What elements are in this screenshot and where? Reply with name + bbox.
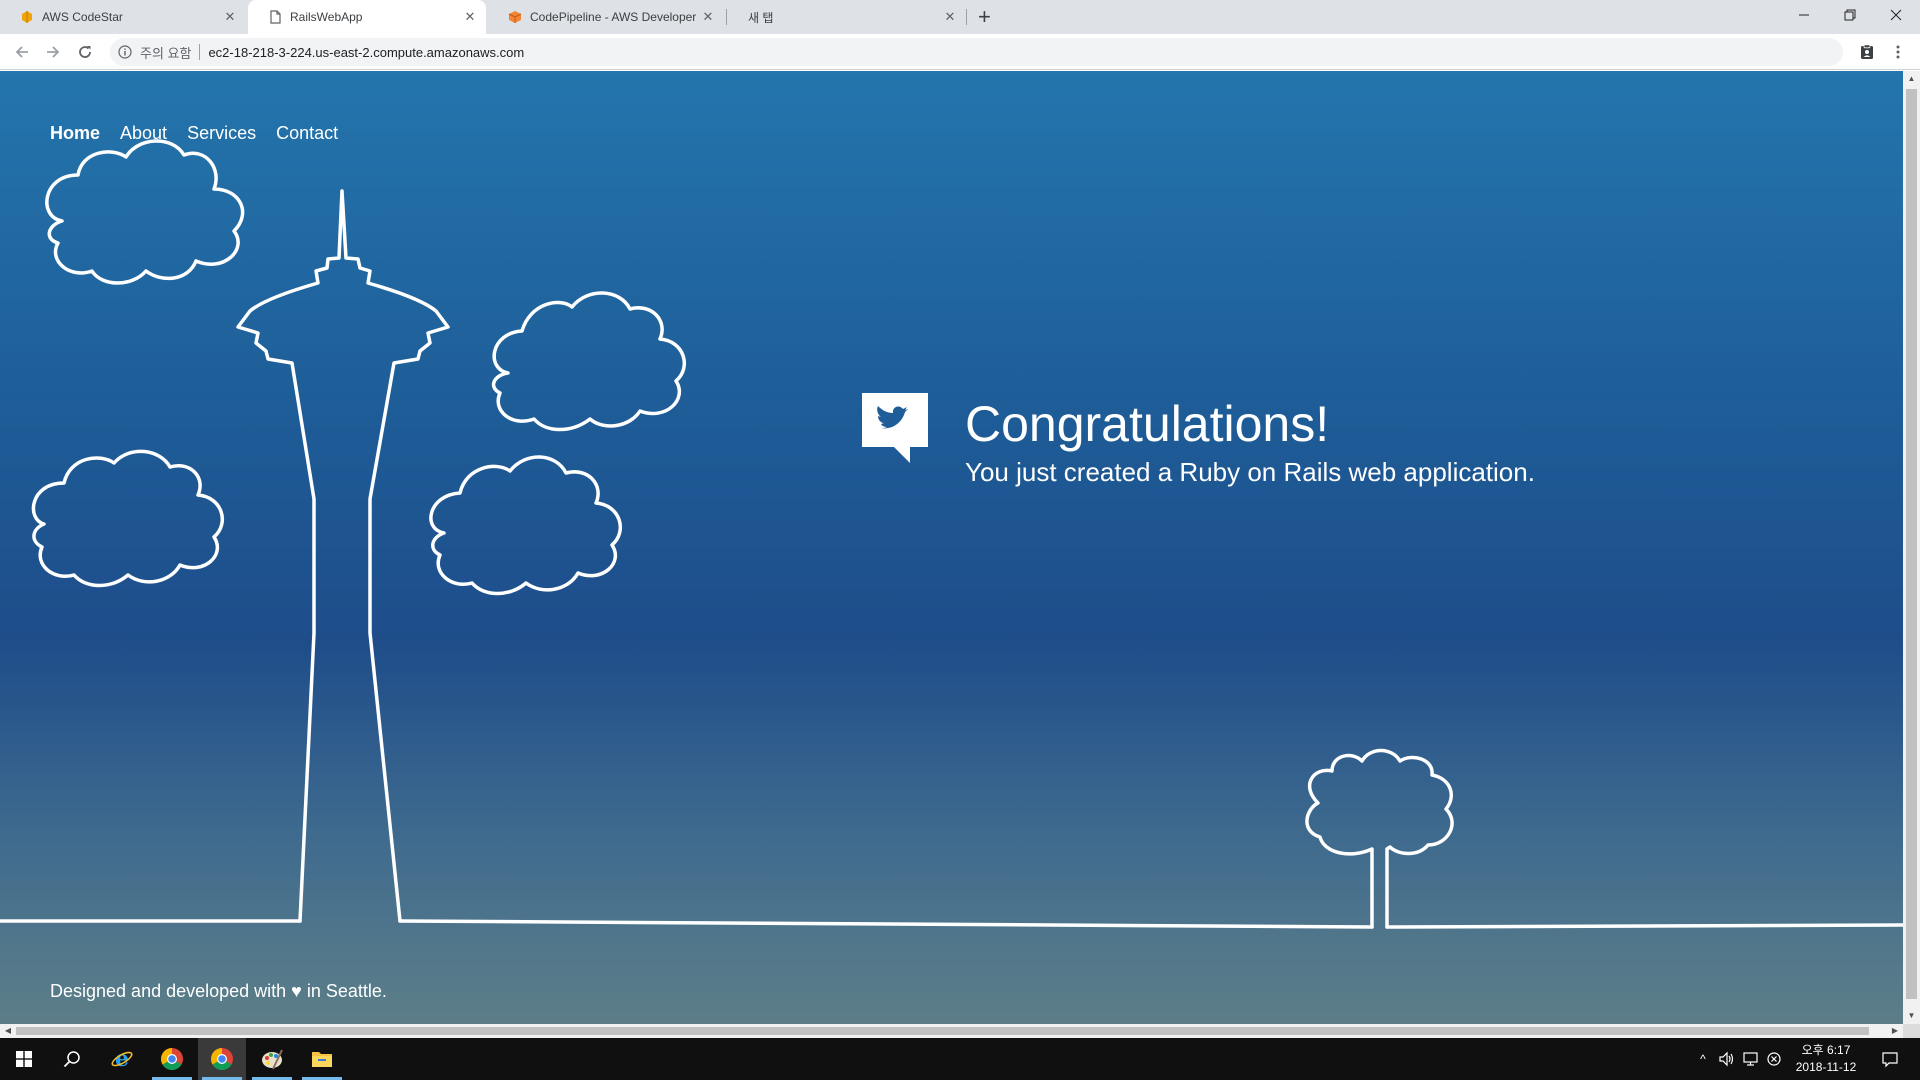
tab-codepipeline[interactable]: CodePipeline - AWS Developer ✕ [488,0,724,34]
paint-palette-icon [262,1049,283,1070]
taskbar-internet-explorer[interactable]: e [98,1038,146,1080]
main-nav: Home About Services Contact [50,123,338,144]
page-subtitle: You just created a Ruby on Rails web app… [965,457,1535,487]
page-viewport: Home About Services Contact Congratulati… [0,71,1903,1024]
divider [199,44,201,60]
arrow-left-icon [15,46,28,58]
scroll-down-icon[interactable]: ▼ [1903,1008,1920,1024]
scrollbar-thumb[interactable] [1906,89,1917,999]
twitter-speech-bubble-icon[interactable] [860,391,930,467]
nav-link-contact[interactable]: Contact [276,123,338,144]
chevron-up-icon[interactable]: ^ [1694,1052,1712,1066]
tab-new-tab[interactable]: 새 탭 ✕ [728,0,966,34]
chrome-icon [161,1048,183,1070]
tab-aws-codestar[interactable]: AWS CodeStar ✕ [0,0,246,34]
taskbar-clock[interactable]: 오후 6:17 2018-11-12 [1788,1042,1864,1076]
footer-credit: Designed and developed with ♥ in Seattle… [50,981,387,1001]
profile-button[interactable] [1855,40,1879,64]
close-icon [1890,9,1902,21]
scroll-up-icon[interactable]: ▲ [1903,71,1920,87]
taskbar-chrome-active[interactable] [198,1038,246,1080]
horizontal-scrollbar[interactable]: ◀ ▶ [0,1024,1903,1038]
restore-icon [1844,9,1856,21]
tab-title: 새 탭 [748,10,774,25]
back-button[interactable] [10,40,34,64]
close-icon[interactable]: ✕ [462,9,478,25]
tab-title: AWS CodeStar [42,10,123,24]
minimize-icon [1799,14,1809,16]
url-text[interactable]: ec2-18-218-3-224.us-east-2.compute.amazo… [208,45,524,60]
taskbar-file-explorer[interactable] [298,1038,346,1080]
scroll-left-icon[interactable]: ◀ [0,1024,16,1038]
clock-time: 오후 6:17 [1801,1043,1851,1057]
nav-link-home[interactable]: Home [50,123,100,144]
ground-line [0,919,1903,929]
taskbar-paint[interactable] [248,1038,296,1080]
taskbar-chrome[interactable] [148,1038,196,1080]
scrollbar-thumb[interactable] [16,1027,1869,1035]
cloud-shape [491,291,687,432]
search-icon [63,1051,80,1068]
arrow-right-icon [47,46,60,58]
codestar-favicon-icon [22,11,32,23]
scrollbar-corner [1903,1024,1920,1038]
page-favicon-icon [270,10,281,24]
volume-icon[interactable] [1718,1051,1736,1067]
internet-explorer-icon: e [111,1047,133,1071]
menu-button[interactable] [1886,40,1910,64]
minimize-button[interactable] [1781,0,1827,30]
notification-icon [1882,1052,1898,1068]
start-button[interactable] [0,1038,48,1080]
clipboard-account-icon [1861,44,1873,59]
forward-button[interactable] [41,40,65,64]
tree-shape [1305,748,1454,929]
info-icon[interactable] [118,45,132,59]
tab-separator [966,9,967,25]
svg-text:e: e [115,1047,129,1071]
close-icon[interactable]: ✕ [222,9,238,25]
new-tab-button[interactable]: + [978,4,991,30]
error-status-icon[interactable] [1766,1051,1782,1067]
seattle-line-art [0,139,1903,929]
browser-toolbar: 주의 요함 ec2-18-218-3-224.us-east-2.compute… [0,34,1920,70]
system-tray: ^ [1694,1038,1782,1080]
network-icon[interactable] [1742,1051,1760,1067]
reload-icon [79,46,91,58]
search-button[interactable] [48,1038,96,1080]
close-icon[interactable]: ✕ [942,9,958,25]
space-needle-shape [236,189,450,923]
cloud-shape [45,139,245,285]
chrome-icon [211,1048,233,1070]
windows-taskbar: e ^ 오후 6:17 2018-11-12 [0,1038,1920,1080]
nav-link-about[interactable]: About [120,123,167,144]
aws-cube-favicon-icon [508,11,522,23]
close-icon[interactable]: ✕ [700,9,716,25]
close-window-button[interactable] [1873,0,1919,30]
cloud-shape [429,455,623,596]
tab-title: CodePipeline - AWS Developer [530,10,697,24]
tab-separator [726,9,727,25]
scroll-right-icon[interactable]: ▶ [1887,1024,1903,1038]
vertical-scrollbar[interactable]: ▲ ▼ [1903,71,1920,1024]
tab-railswebapp[interactable]: RailsWebApp ✕ [248,0,486,34]
clock-date: 2018-11-12 [1795,1060,1857,1074]
nav-link-services[interactable]: Services [187,123,256,144]
more-vertical-icon [1896,45,1900,59]
action-center-button[interactable] [1866,1038,1914,1080]
folder-icon [312,1052,332,1067]
tab-title: RailsWebApp [290,10,363,24]
security-warning-label[interactable]: 주의 요함 [140,43,191,62]
reload-button[interactable] [73,40,97,64]
address-bar[interactable]: 주의 요함 ec2-18-218-3-224.us-east-2.compute… [110,38,1843,66]
windows-logo-icon [16,1051,32,1067]
page-title: Congratulations! [965,396,1330,452]
restore-button[interactable] [1827,0,1873,30]
cloud-shape [31,449,225,588]
tab-strip: AWS CodeStar ✕ RailsWebApp ✕ CodePipelin… [0,0,1920,34]
